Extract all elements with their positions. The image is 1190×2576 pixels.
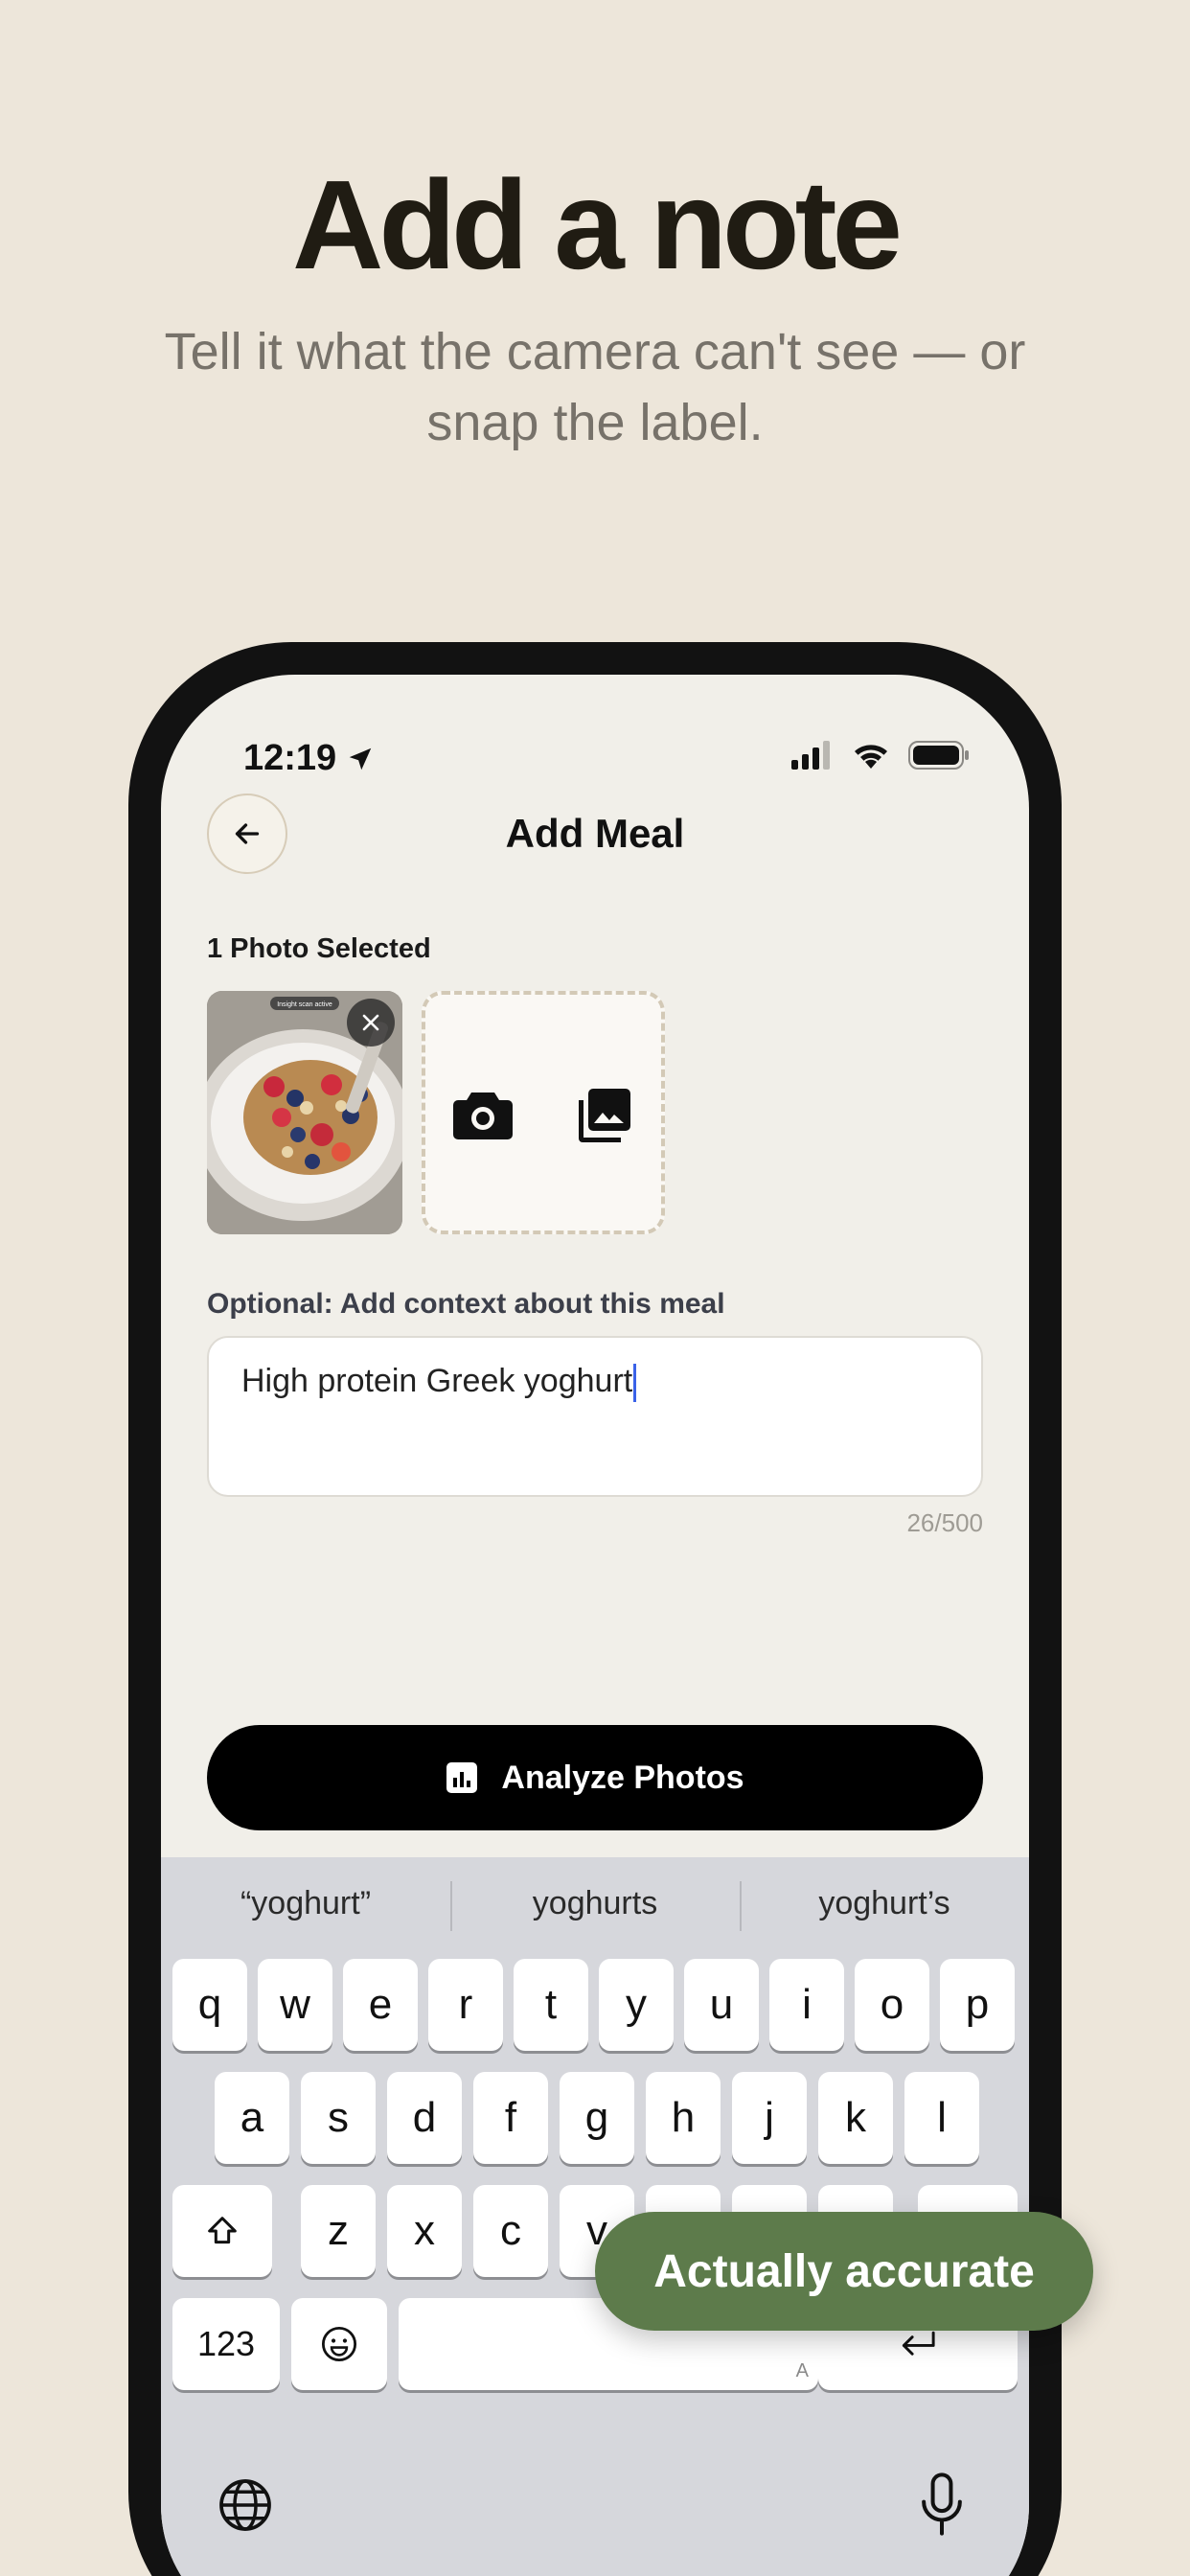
key-u[interactable]: u [684,1959,759,2051]
cellular-signal-icon [791,741,830,770]
key-q[interactable]: q [172,1959,247,2051]
photo-gallery-icon[interactable] [575,1087,632,1144]
emoji-key[interactable] [291,2298,387,2390]
key-z[interactable]: z [301,2185,376,2277]
globe-icon[interactable] [217,2476,274,2534]
space-language-hint: A [795,2360,809,2381]
numbers-key[interactable]: 123 [172,2298,280,2390]
meal-context-text: High protein Greek yoghurt [241,1363,633,1399]
key-x[interactable]: x [387,2185,462,2277]
key-s[interactable]: s [301,2072,376,2164]
emoji-icon [321,2326,357,2362]
key-p[interactable]: p [940,1959,1015,2051]
key-f[interactable]: f [473,2072,548,2164]
status-time: 12:19 [243,738,375,779]
return-arrow-icon [902,2331,935,2356]
key-t[interactable]: t [514,1959,588,2051]
key-l[interactable]: l [904,2072,979,2164]
promo-subline: Tell it what the camera can't see — or s… [164,323,1026,451]
suggestion-2[interactable]: yoghurts [450,1880,740,1931]
key-i[interactable]: i [769,1959,844,2051]
suggestion-1[interactable]: “yoghurt” [161,1885,450,1922]
promo-headline: Add a note [292,154,903,295]
key-w[interactable]: w [258,1959,332,2051]
key-h[interactable]: h [646,2072,721,2164]
status-icons [791,740,970,770]
add-photo-box [422,991,665,1234]
meal-photo-thumbnail[interactable]: Insight scan active [207,991,402,1234]
key-a[interactable]: a [215,2072,289,2164]
key-o[interactable]: o [855,1959,929,2051]
analyze-button-label: Analyze Photos [501,1759,744,1796]
key-k[interactable]: k [818,2072,893,2164]
accuracy-toast: Actually accurate [595,2212,1093,2331]
character-counter: 26/500 [906,1508,983,1537]
suggestion-bar: “yoghurt” yoghurts yoghurt’s [161,1857,1029,1949]
close-icon [362,1014,379,1031]
remove-photo-button[interactable] [347,999,395,1046]
wifi-icon [855,745,887,769]
thumbnail-caption: Insight scan active [277,1001,332,1008]
shift-key[interactable] [172,2185,272,2277]
analyze-photos-button[interactable]: Analyze Photos [207,1725,983,1830]
key-j[interactable]: j [732,2072,807,2164]
photos-selected-label: 1 Photo Selected [207,933,431,964]
meal-context-input[interactable]: High protein Greek yoghurt [207,1336,983,1497]
battery-icon [908,741,969,770]
suggestion-3[interactable]: yoghurt’s [740,1880,1029,1931]
shift-arrow-icon [208,2217,237,2244]
microphone-icon[interactable] [918,2472,966,2536]
context-label: Optional: Add context about this meal [207,1288,725,1320]
key-d[interactable]: d [387,2072,462,2164]
camera-icon[interactable] [452,1089,514,1140]
key-e[interactable]: e [343,1959,418,2051]
key-c[interactable]: c [473,2185,548,2277]
status-time-text: 12:19 [243,738,337,778]
location-arrow-icon [349,748,372,770]
key-y[interactable]: y [599,1959,674,2051]
chart-icon [446,1762,478,1793]
page-title: Add Meal [505,811,685,856]
text-caret [633,1364,637,1403]
key-r[interactable]: r [428,1959,503,2051]
key-g[interactable]: g [560,2072,634,2164]
